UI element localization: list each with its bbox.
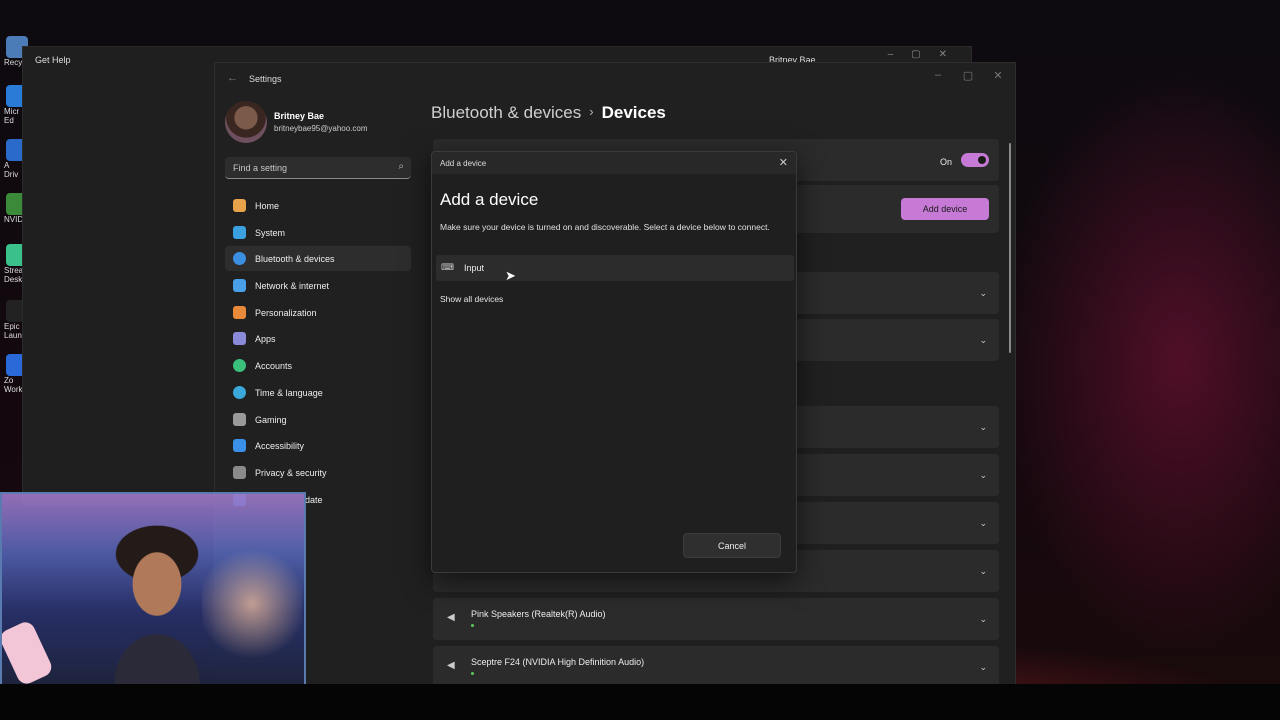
bluetooth-toggle[interactable] [961, 153, 989, 167]
status-dot [471, 624, 474, 627]
app-title: Settings [249, 74, 282, 84]
chevron-down-icon: ⌄ [979, 422, 987, 432]
sidebar-item-gaming[interactable]: Gaming [225, 407, 411, 432]
dialog-description: Make sure your device is turned on and d… [440, 222, 770, 232]
wifi-icon [233, 279, 246, 293]
close-icon[interactable]: ✕ [983, 69, 1013, 82]
get-help-window-controls[interactable]: –▢✕ [888, 49, 965, 60]
device-name: Sceptre F24 (NVIDIA High Definition Audi… [471, 657, 645, 667]
breadcrumb-parent[interactable]: Bluetooth & devices [431, 103, 581, 122]
sidebar-item-accessibility[interactable]: Accessibility [225, 433, 411, 458]
sidebar-item-system[interactable]: System [225, 220, 411, 245]
sidebar-item-time-language[interactable]: Time & language [225, 380, 411, 405]
chevron-right-icon: › [589, 104, 594, 119]
scrollbar[interactable] [1009, 143, 1011, 353]
chevron-down-icon: ⌄ [979, 288, 987, 298]
chevron-down-icon: ⌄ [979, 518, 987, 528]
microphone-icon [2, 619, 55, 687]
add-device-dialog: Add a device ✕ Add a device Make sure yo… [431, 151, 797, 573]
webcam-person [97, 514, 217, 692]
bluetooth-icon [233, 252, 246, 266]
sidebar-item-label: Accounts [255, 361, 293, 372]
sidebar-item-label: Accessibility [255, 441, 305, 452]
sidebar-item-accounts[interactable]: Accounts [225, 353, 411, 378]
page-title: Devices [601, 103, 666, 122]
sidebar-item-label: Bluetooth & devices [255, 254, 335, 265]
show-all-devices-link[interactable]: Show all devices [440, 294, 503, 304]
sidebar-item-label: System [255, 227, 286, 238]
device-name: Pink Speakers (Realtek(R) Audio) [471, 609, 606, 619]
search-input[interactable] [225, 157, 385, 179]
dialog-titlebar: Add a device ✕ [432, 152, 796, 174]
sidebar-item-label: Time & language [255, 387, 323, 398]
sidebar-item-personalization[interactable]: Personalization [225, 300, 411, 325]
avatar [225, 101, 267, 143]
sidebar-item-label: Apps [255, 334, 276, 345]
search-icon[interactable]: ⌕ [398, 161, 404, 172]
sidebar-item-network[interactable]: Network & internet [225, 273, 411, 298]
device-type-input[interactable]: ⌨ Input [436, 255, 794, 281]
search-box: ⌕ [225, 157, 411, 179]
minimize-icon[interactable]: – [923, 69, 953, 81]
mouse-cursor-icon: ➤ [505, 268, 516, 283]
bluetooth-toggle-label: On [940, 157, 953, 167]
sidebar-item-home[interactable]: Home [225, 193, 411, 218]
profile-name: Britney Bae [274, 111, 325, 121]
gaming-icon [233, 412, 246, 426]
add-device-button[interactable]: Add device [901, 198, 989, 220]
webcam-overlay [0, 492, 306, 694]
sidebar-item-privacy[interactable]: Privacy & security [225, 460, 411, 485]
chevron-down-icon: ⌄ [979, 662, 987, 672]
sidebar-item-label: Privacy & security [255, 467, 327, 478]
sidebar-item-bluetooth[interactable]: Bluetooth & devices [225, 246, 411, 272]
taskbar [0, 684, 1280, 720]
sidebar-item-label: Network & internet [255, 281, 330, 292]
home-icon [233, 199, 246, 212]
profile-email: britneybae95@yahoo.com [274, 124, 368, 133]
brush-icon [233, 305, 246, 319]
maximize-icon[interactable]: ▢ [953, 69, 983, 82]
status-dot [471, 672, 474, 675]
sidebar-item-label: date [305, 494, 323, 505]
controller-icon: ⌨ [441, 262, 454, 272]
sidebar-item-label: Home [255, 201, 280, 211]
sidebar-nav: Home System Bluetooth & devices Network … [225, 193, 411, 513]
device-row[interactable]: ◀ Pink Speakers (Realtek(R) Audio) ⌄ [433, 598, 999, 640]
dialog-bar-title: Add a device [440, 159, 487, 168]
sidebar-item-apps[interactable]: Apps [225, 326, 411, 351]
breadcrumb: Bluetooth & devices › Devices [431, 103, 666, 123]
shield-icon [233, 465, 246, 479]
cancel-button[interactable]: Cancel [683, 533, 781, 558]
webcam-light [202, 544, 302, 664]
close-icon[interactable]: ✕ [779, 156, 788, 169]
device-type-label: Input [464, 263, 485, 273]
sidebar-item-label: Gaming [255, 414, 287, 425]
settings-titlebar: ← Settings – ▢ ✕ [215, 63, 1015, 97]
globe-icon [233, 385, 246, 399]
apps-icon [233, 332, 246, 346]
sidebar-item-label: Personalization [255, 307, 317, 318]
speaker-icon: ◀ [447, 612, 455, 623]
chevron-down-icon: ⌄ [979, 566, 987, 576]
accounts-icon [233, 359, 246, 373]
accessibility-icon [233, 439, 246, 453]
get-help-title: Get Help [35, 55, 71, 65]
chevron-down-icon: ⌄ [979, 614, 987, 624]
system-icon [233, 225, 246, 239]
dialog-heading: Add a device [440, 190, 539, 209]
toggle-knob [978, 156, 986, 164]
speaker-icon: ◀ [447, 660, 455, 671]
back-arrow-icon[interactable]: ← [227, 72, 238, 84]
device-row[interactable]: ◀ Sceptre F24 (NVIDIA High Definition Au… [433, 646, 999, 685]
chevron-down-icon: ⌄ [979, 335, 987, 345]
chevron-down-icon: ⌄ [979, 470, 987, 480]
